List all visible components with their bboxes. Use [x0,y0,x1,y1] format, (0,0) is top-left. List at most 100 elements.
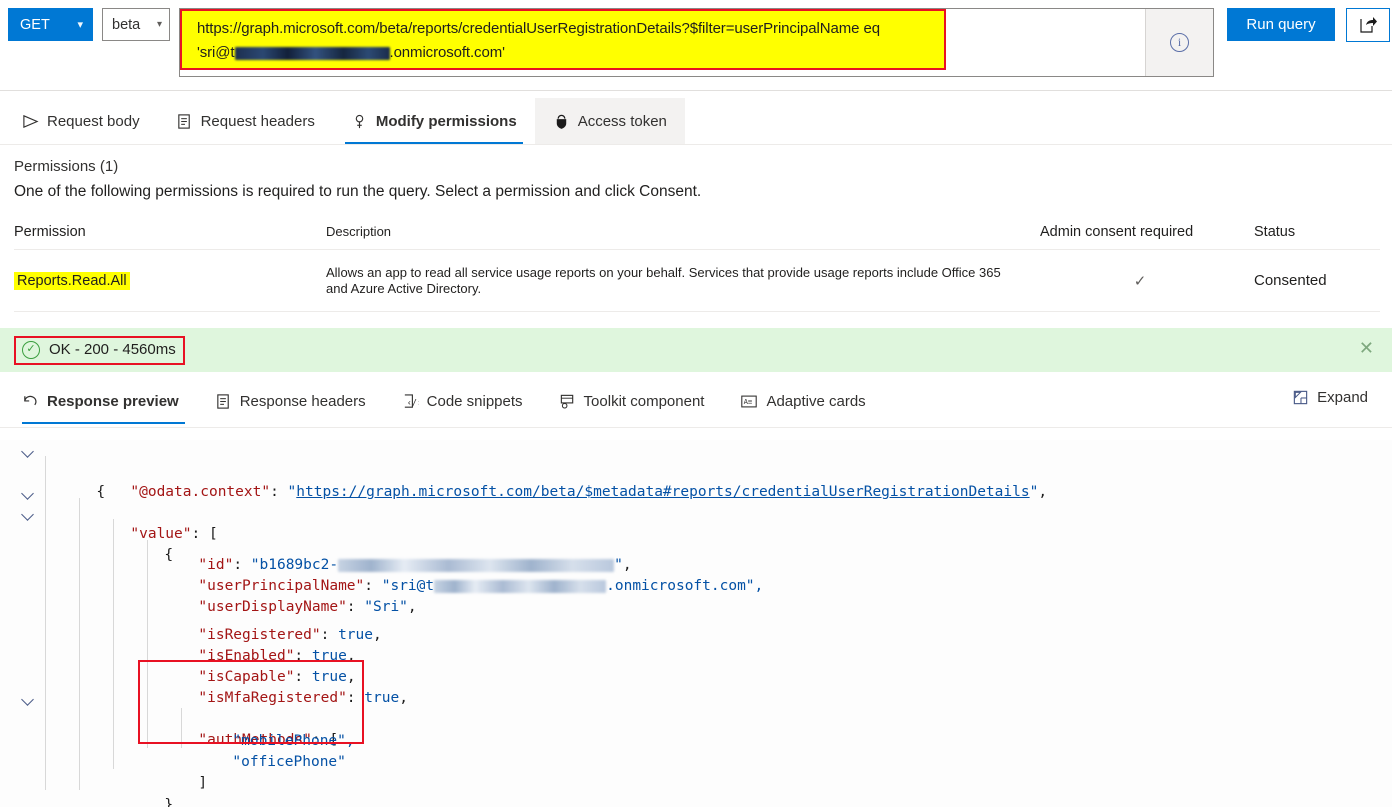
tab-code-snippets[interactable]: ‹/› Code snippets [384,378,541,424]
status-text: OK - 200 - 4560ms [49,341,176,358]
column-header-description: Description [326,223,392,239]
json-line: "authMethods": [ [0,688,1392,748]
tab-label: Request body [47,112,140,130]
response-tabs: Response preview Response headers ‹/› Co… [10,378,884,424]
tab-response-preview[interactable]: Response preview [10,378,197,424]
graph-explorer-page: GET ▾ beta ▾ https://graph.microsoft.com… [0,0,1392,807]
column-header-admin-consent: Admin consent required [1040,223,1194,240]
json-line: "isMfaRegistered": true, [0,667,1392,706]
tab-label: Adaptive cards [766,392,866,410]
tab-adaptive-cards[interactable]: A≡ Adaptive cards [722,378,883,424]
collapse-chevron-icon[interactable] [22,486,36,500]
tab-request-body[interactable]: Request body [10,98,158,144]
share-query-button[interactable] [1346,8,1390,42]
toolkit-icon [560,394,573,409]
svg-text:‹/›: ‹/› [406,398,418,408]
tab-label: Response headers [239,392,366,410]
request-tabs: Request body Request headers Modify perm… [10,98,685,144]
response-preview-json[interactable]: { "@odata.context": "https://graph.micro… [0,440,1392,807]
json-line: { [0,503,1392,563]
run-query-label: Run query [1246,16,1316,33]
headers-icon [216,393,229,409]
tab-label: Access token [577,112,667,130]
share-icon [1360,17,1377,33]
tab-label: Response preview [47,392,179,410]
api-version-value: beta [112,16,141,33]
json-line: "officePhone" [0,731,1392,770]
query-bar: GET ▾ beta ▾ https://graph.microsoft.com… [0,8,1392,80]
table-row[interactable]: Reports.Read.All Allows an app to read a… [14,250,1380,312]
permission-description-cell: Allows an app to read all service usage … [326,264,1001,296]
chevron-down-icon: ▾ [156,19,162,30]
json-line: "isEnabled": true, [0,625,1392,664]
http-method-select[interactable]: GET ▾ [8,8,93,41]
permission-name-highlighted: Reports.Read.All [14,271,130,290]
status-badge: Consented [1254,272,1327,289]
status-cell: Consented [1254,272,1374,289]
url-info-button[interactable]: i [1145,9,1213,76]
check-circle-icon: ✓ [22,340,40,359]
url-line-2-prefix: 'sri@t [197,44,235,61]
expand-icon [1293,390,1308,405]
collapse-chevron-icon[interactable] [22,692,36,706]
json-line: "userPrincipalName": "sri@t .onmicrosoft.… [0,555,1392,594]
lock-icon [556,114,566,129]
headers-icon [177,113,190,129]
url-line-2-suffix: .onmicrosoft.com' [389,44,505,61]
send-icon [23,114,39,128]
url-input-wrapper: https://graph.microsoft.com/beta/reports… [179,8,1214,77]
url-input[interactable]: https://graph.microsoft.com/beta/reports… [180,9,1145,76]
key-icon [355,114,364,128]
url-line-1: https://graph.microsoft.com/beta/reports… [197,20,880,37]
permission-name-cell: Reports.Read.All [14,271,326,290]
json-line: "isCapable": true, [0,646,1392,685]
json-line: "@odata.context": "https://graph.microso… [0,461,1392,500]
tab-label: Request headers [200,112,315,130]
close-icon[interactable]: ✕ [1359,338,1374,359]
code-icon: ‹/› [404,393,419,408]
expand-label: Expand [1317,389,1368,406]
json-line: "mobilePhone", [0,710,1392,749]
json-line: ] [0,752,1392,791]
chevron-down-icon: ▾ [77,19,83,31]
json-line: "isRegistered": true, [0,604,1392,643]
permissions-table: Permission Description Admin consent req… [14,214,1380,312]
undo-icon [24,395,37,405]
tab-toolkit-component[interactable]: Toolkit component [541,378,723,424]
tab-response-headers[interactable]: Response headers [197,378,384,424]
permissions-subtitle: One of the following permissions is requ… [14,183,702,200]
json-line: "id": "b1689bc2- ", [0,534,1392,573]
api-version-select[interactable]: beta ▾ [102,8,170,41]
json-line: "value": [ [0,482,1392,542]
expand-button[interactable]: Expand [1292,389,1368,406]
permissions-title: Permissions (1) [14,158,119,175]
tab-label: Modify permissions [375,112,517,130]
tab-label: Toolkit component [583,392,705,410]
response-status-banner: ✓ OK - 200 - 4560ms [0,328,1392,372]
response-tabs-divider [0,427,1392,428]
column-header-status: Status [1254,223,1296,240]
http-method-value: GET [20,16,50,33]
admin-consent-cell: ✓ [1026,272,1254,290]
check-icon: ✓ [1133,272,1147,290]
svg-text:A≡: A≡ [744,397,753,406]
card-icon: A≡ [741,395,758,407]
collapse-chevron-icon[interactable] [22,444,36,458]
json-line: { [0,440,1392,500]
tab-modify-permissions[interactable]: Modify permissions [333,98,535,144]
tab-request-headers[interactable]: Request headers [158,98,333,144]
status-annotation-box: ✓ OK - 200 - 4560ms [14,335,185,365]
tab-access-token[interactable]: Access token [534,98,685,144]
tab-label: Code snippets [426,392,523,410]
query-bar-divider [0,90,1392,91]
collapse-chevron-icon[interactable] [22,507,36,521]
json-line: "userDisplayName": "Sri", [0,576,1392,615]
url-text: https://graph.microsoft.com/beta/reports… [192,13,1135,65]
run-query-button[interactable]: Run query [1227,8,1335,41]
redacted-tenant-name [234,46,390,60]
json-line: } [0,774,1392,807]
permissions-table-header: Permission Description Admin consent req… [14,214,1380,250]
request-tabs-divider [0,144,1392,145]
json-line: ] [0,795,1392,807]
column-header-permission: Permission [14,223,86,240]
